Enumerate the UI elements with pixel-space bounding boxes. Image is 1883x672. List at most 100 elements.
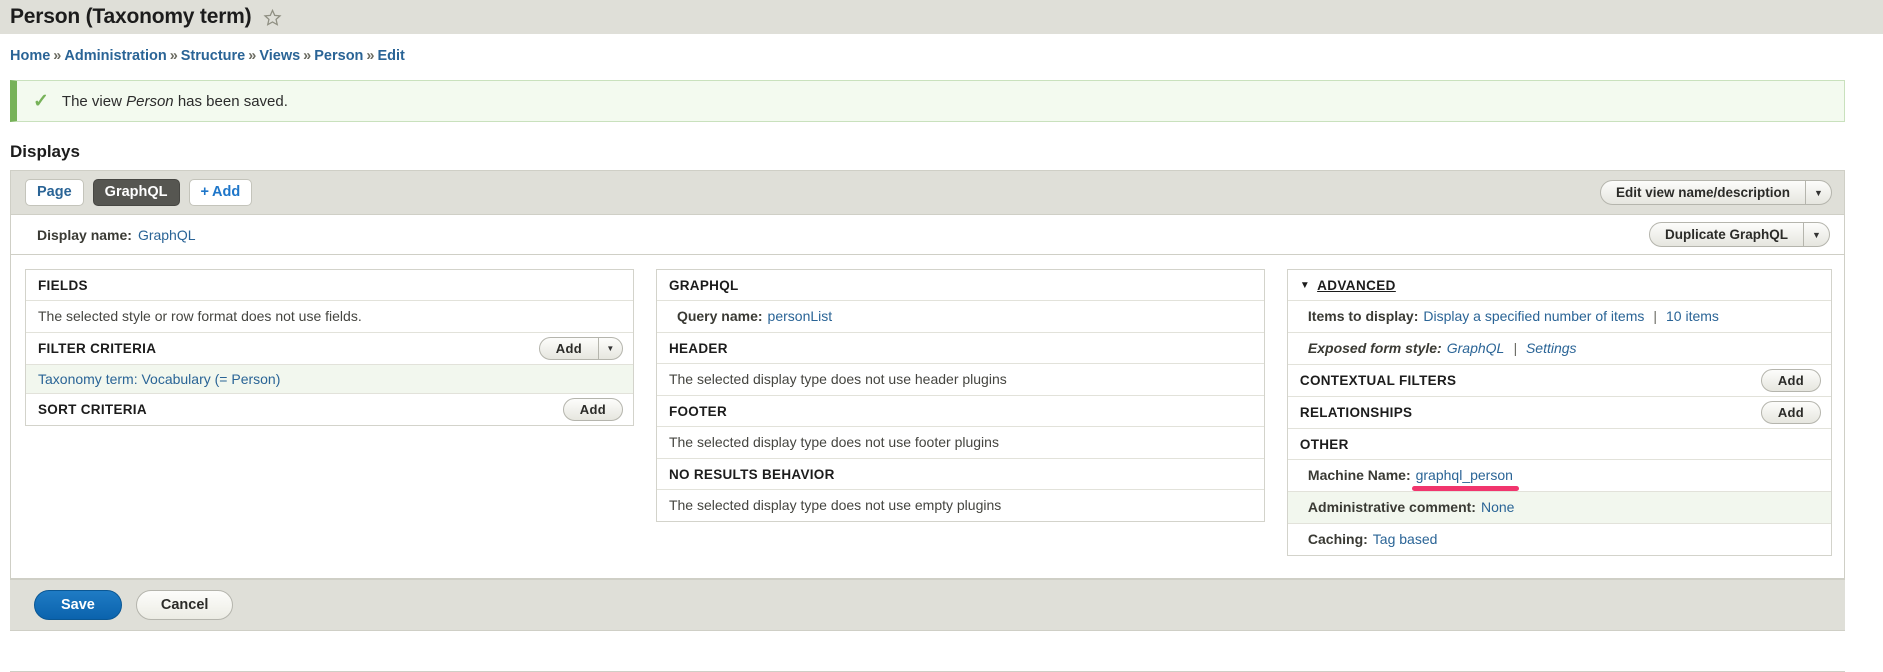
column-middle: GRAPHQL Query name: personList HEADER Th… xyxy=(655,269,1265,522)
machine-name-row: Machine Name: graphql_person xyxy=(1287,460,1832,492)
items-to-display-count[interactable]: 10 items xyxy=(1666,308,1719,324)
add-contextual-filter-label[interactable]: Add xyxy=(1762,370,1820,391)
administrative-comment-label: Administrative comment: xyxy=(1307,499,1476,515)
graphql-query-name-row: Query name: personList xyxy=(656,301,1264,333)
separator: | xyxy=(1653,308,1658,324)
section-heading-filter-criteria: FILTER CRITERIA Add ▼ xyxy=(26,333,633,365)
no-results-heading-label: NO RESULTS BEHAVIOR xyxy=(668,466,835,482)
plus-icon: + xyxy=(200,184,209,200)
graphql-heading-label: GRAPHQL xyxy=(668,277,739,293)
machine-name-annotation-wrapper: graphql_person xyxy=(1411,467,1519,491)
view-edit-panel: Page GraphQL + Add Edit view name/descrip… xyxy=(10,170,1845,579)
header-empty-text: The selected display type does not use h… xyxy=(656,364,1264,396)
red-underline-annotation xyxy=(1411,486,1519,491)
other-heading-label: OTHER xyxy=(1299,436,1349,452)
add-contextual-filter-button[interactable]: Add xyxy=(1760,369,1822,392)
query-name-value[interactable]: personList xyxy=(768,308,833,324)
edit-view-name-description-dropbutton[interactable]: Edit view name/description ▼ xyxy=(1599,180,1832,205)
display-name-row: Display name: GraphQL Duplicate GraphQL … xyxy=(11,215,1844,255)
no-results-empty-text: The selected display type does not use e… xyxy=(668,497,1002,513)
breadcrumb-item-edit[interactable]: Edit xyxy=(378,48,405,64)
advanced-heading-label[interactable]: ADVANCED xyxy=(1317,278,1396,293)
filter-criteria-item-link[interactable]: Taxonomy term: Vocabulary (= Person) xyxy=(38,371,280,387)
star-outline-icon[interactable] xyxy=(263,8,282,27)
check-icon: ✓ xyxy=(33,90,49,112)
breadcrumb-item-administration[interactable]: Administration xyxy=(64,48,166,64)
fields-heading-label: FIELDS xyxy=(38,277,88,293)
section-heading-header: HEADER xyxy=(656,333,1264,364)
fields-empty-text: The selected style or row format does no… xyxy=(26,301,633,333)
footer-heading-label: FOOTER xyxy=(668,403,728,419)
header-heading-label: HEADER xyxy=(668,340,728,356)
administrative-comment-row: Administrative comment: None xyxy=(1287,492,1832,524)
filter-criteria-row: Taxonomy term: Vocabulary (= Person) xyxy=(26,365,633,394)
add-sort-criteria-label[interactable]: Add xyxy=(564,399,622,420)
tab-page[interactable]: Page xyxy=(25,179,84,206)
chevron-down-icon[interactable]: ▼ xyxy=(597,338,622,359)
caching-value[interactable]: Tag based xyxy=(1373,531,1438,547)
breadcrumb-item-views[interactable]: Views xyxy=(259,48,300,64)
section-heading-no-results-behavior: NO RESULTS BEHAVIOR xyxy=(656,459,1264,490)
filter-criteria-heading-label: FILTER CRITERIA xyxy=(38,341,157,356)
section-heading-fields: FIELDS xyxy=(26,270,633,301)
section-heading-sort-criteria: SORT CRITERIA Add xyxy=(26,394,633,425)
breadcrumb-separator: » xyxy=(169,48,178,64)
display-tabbar: Page GraphQL + Add Edit view name/descrip… xyxy=(11,171,1844,215)
section-heading-footer: FOOTER xyxy=(656,396,1264,427)
display-settings-columns: FIELDS The selected style or row format … xyxy=(11,255,1844,578)
status-message: ✓ The view Person has been saved. xyxy=(10,80,1845,122)
section-heading-contextual-filters: CONTEXTUAL FILTERS Add xyxy=(1287,365,1832,397)
items-to-display-label: Items to display: xyxy=(1307,308,1419,324)
display-name-value[interactable]: GraphQL xyxy=(138,227,196,243)
contextual-filters-heading-label: CONTEXTUAL FILTERS xyxy=(1299,373,1457,388)
administrative-comment-value[interactable]: None xyxy=(1481,499,1514,515)
cancel-button[interactable]: Cancel xyxy=(135,590,234,620)
save-button[interactable]: Save xyxy=(34,590,122,620)
machine-name-value[interactable]: graphql_person xyxy=(1416,467,1513,483)
breadcrumb-separator: » xyxy=(53,48,62,64)
items-to-display-row: Items to display: Display a specified nu… xyxy=(1287,301,1832,333)
items-to-display-value[interactable]: Display a specified number of items xyxy=(1423,308,1644,324)
chevron-down-icon[interactable]: ▼ xyxy=(1803,223,1829,246)
left-panel: FIELDS The selected style or row format … xyxy=(25,269,634,426)
display-name-label: Display name: xyxy=(37,226,132,243)
page-title: Person (Taxonomy term) xyxy=(10,5,252,28)
exposed-form-style-settings[interactable]: Settings xyxy=(1526,340,1577,356)
edit-view-name-description-button[interactable]: Edit view name/description xyxy=(1601,181,1805,204)
section-heading-other: OTHER xyxy=(1287,429,1832,460)
relationships-heading-label: RELATIONSHIPS xyxy=(1299,405,1413,420)
breadcrumb-item-person[interactable]: Person xyxy=(314,48,363,64)
separator: | xyxy=(1513,340,1517,356)
status-message-emphasis: Person xyxy=(126,92,174,110)
advanced-toggle[interactable]: ▼ ADVANCED xyxy=(1300,278,1396,293)
add-display-button[interactable]: + Add xyxy=(188,179,253,206)
caching-row: Caching: Tag based xyxy=(1288,524,1831,555)
add-filter-criteria-dropbutton[interactable]: Add ▼ xyxy=(538,337,623,360)
status-message-text: The view Person has been saved. xyxy=(61,92,288,110)
duplicate-graphql-dropbutton[interactable]: Duplicate GraphQL ▼ xyxy=(1648,222,1830,247)
add-relationship-button[interactable]: Add xyxy=(1760,401,1822,424)
form-actions: Save Cancel xyxy=(10,579,1845,631)
middle-panel: GRAPHQL Query name: personList HEADER Th… xyxy=(655,269,1265,522)
chevron-down-icon[interactable]: ▼ xyxy=(1805,181,1831,204)
column-left: FIELDS The selected style or row format … xyxy=(25,269,634,426)
breadcrumb-item-home[interactable]: Home xyxy=(10,48,50,64)
exposed-form-style-label: Exposed form style: xyxy=(1307,340,1442,356)
section-heading-graphql: GRAPHQL xyxy=(656,270,1264,301)
exposed-form-style-value[interactable]: GraphQL xyxy=(1447,340,1505,356)
breadcrumb-item-structure[interactable]: Structure xyxy=(181,48,245,64)
breadcrumb-separator: » xyxy=(248,48,257,64)
section-heading-advanced: ▼ ADVANCED xyxy=(1287,270,1832,301)
tab-graphql[interactable]: GraphQL xyxy=(92,179,180,206)
add-sort-criteria-button[interactable]: Add xyxy=(562,398,623,421)
displays-heading: Displays xyxy=(10,142,80,161)
duplicate-graphql-button[interactable]: Duplicate GraphQL xyxy=(1650,223,1803,246)
triangle-down-icon[interactable]: ▼ xyxy=(1300,280,1310,291)
right-panel: ▼ ADVANCED Items to display: Display a s… xyxy=(1286,269,1833,556)
breadcrumb-separator: » xyxy=(303,48,312,64)
add-filter-criteria-button[interactable]: Add xyxy=(540,338,598,359)
footer-empty-text: The selected display type does not use f… xyxy=(656,427,1264,459)
add-relationship-label[interactable]: Add xyxy=(1762,402,1820,423)
page-header-bar: Person (Taxonomy term) xyxy=(0,0,1883,34)
breadcrumb: Home» Administration» Structure» Views» Pers… xyxy=(0,34,1883,64)
